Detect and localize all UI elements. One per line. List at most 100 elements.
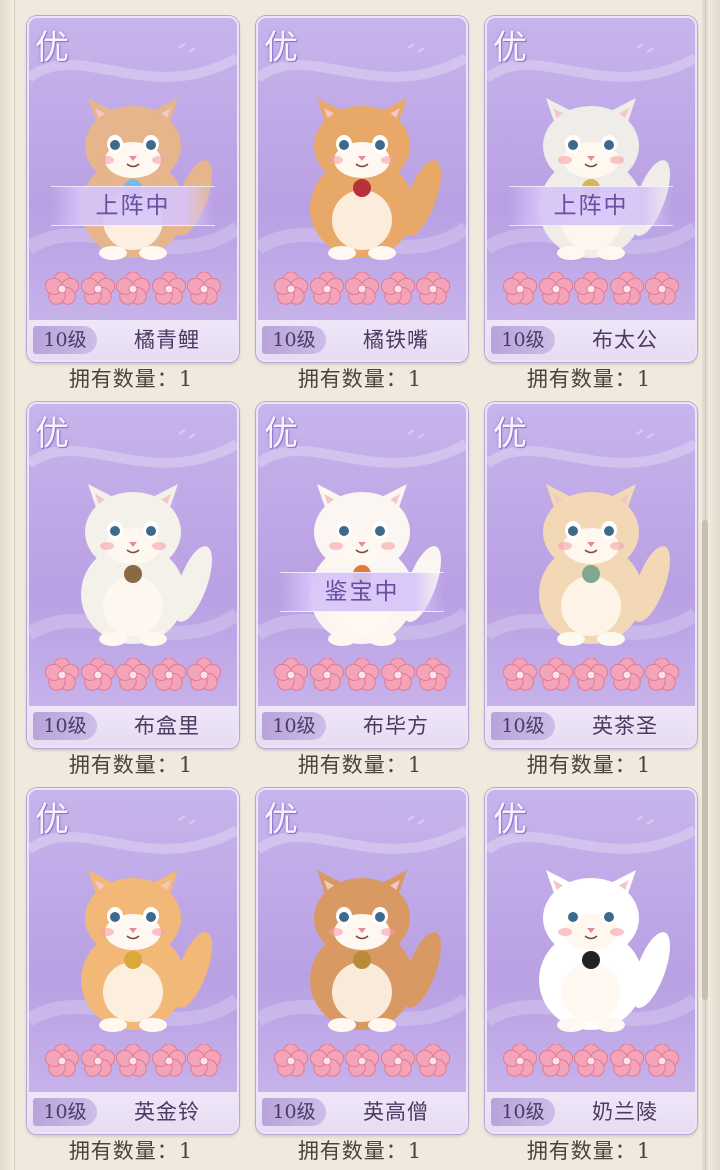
cat-card[interactable]: 优 xyxy=(485,788,697,1134)
level-tag: 10级 xyxy=(33,712,97,740)
card-info-bar: 10级 英金铃 xyxy=(29,1092,237,1132)
cat-card[interactable]: 优 xyxy=(256,402,468,748)
owned-count-value: 1 xyxy=(636,367,652,391)
cat-card[interactable]: 优 xyxy=(256,16,468,362)
sakura-star-icon xyxy=(645,1044,679,1077)
cat-card-slot-2[interactable]: 优 10级 橘铁嘴 拥有数量：1 xyxy=(254,16,468,398)
star-rating xyxy=(503,1044,679,1078)
star-rating xyxy=(45,272,221,306)
sakura-star-icon xyxy=(609,272,644,305)
sakura-star-icon xyxy=(274,272,308,305)
owned-count-label: 拥有数量： xyxy=(526,753,637,777)
cat-golden-bell-icon xyxy=(81,870,212,1032)
cat-card[interactable]: 优 xyxy=(27,402,239,748)
sakura-star-icon xyxy=(416,1044,450,1077)
grade-badge: 优 xyxy=(493,28,527,68)
owned-count-value: 1 xyxy=(407,1139,423,1163)
status-badge: 鉴宝中 xyxy=(280,572,444,612)
level-tag: 10级 xyxy=(262,1098,326,1126)
cat-fisherman-hat-icon xyxy=(539,98,670,260)
cat-card-slot-4[interactable]: 优 10级 布盒里 拥有数量：1 xyxy=(25,402,239,784)
owned-count-label: 拥有数量： xyxy=(297,753,408,777)
sakura-star-icon xyxy=(274,658,308,691)
cat-card-slot-9[interactable]: 优 10级 奶兰陵 拥有数量：1 xyxy=(483,788,697,1170)
grade-badge: 优 xyxy=(264,414,298,454)
cat-name: 布盒里 xyxy=(134,714,200,738)
grade-badge: 优 xyxy=(35,28,69,68)
star-rating xyxy=(503,272,679,306)
cat-name: 英茶圣 xyxy=(592,714,658,738)
owned-count: 拥有数量：1 xyxy=(25,1136,237,1166)
sakura-star-icon xyxy=(309,1044,344,1077)
card-info-bar: 10级 奶兰陵 xyxy=(487,1092,695,1132)
star-rating xyxy=(274,272,450,306)
scrollbar-thumb[interactable] xyxy=(702,520,708,1000)
owned-count: 拥有数量：1 xyxy=(25,750,237,780)
card-info-bar: 10级 布盒里 xyxy=(29,706,237,746)
cat-card[interactable]: 优 xyxy=(256,788,468,1134)
sakura-star-icon xyxy=(416,272,450,305)
owned-count-label: 拥有数量： xyxy=(526,367,637,391)
cat-name: 英金铃 xyxy=(134,1100,200,1124)
sakura-star-icon xyxy=(345,658,379,691)
owned-count-value: 1 xyxy=(407,753,423,777)
sakura-star-icon xyxy=(538,1044,573,1077)
sakura-star-icon xyxy=(45,658,79,691)
sakura-star-icon xyxy=(645,658,679,691)
cat-monk-staff-icon xyxy=(310,870,441,1032)
grade-badge: 优 xyxy=(493,800,527,840)
sakura-star-icon xyxy=(645,272,679,305)
level-tag: 10级 xyxy=(491,326,555,354)
owned-count-value: 1 xyxy=(178,1139,194,1163)
sakura-star-icon xyxy=(609,658,644,691)
cat-card-slot-5[interactable]: 优 鉴宝中 10级 布毕方 拥有数量：1 xyxy=(254,402,468,784)
cat-name: 英高僧 xyxy=(363,1100,429,1124)
cat-card[interactable]: 优 xyxy=(485,16,697,362)
owned-count: 拥有数量：1 xyxy=(483,364,695,394)
card-info-bar: 10级 橘青鲤 xyxy=(29,320,237,360)
sakura-star-icon xyxy=(538,658,573,691)
sakura-star-icon xyxy=(574,272,608,305)
sakura-star-icon xyxy=(309,658,344,691)
sakura-star-icon xyxy=(538,272,573,305)
sakura-star-icon xyxy=(116,272,150,305)
cat-card[interactable]: 优 xyxy=(485,402,697,748)
sakura-star-icon xyxy=(574,658,608,691)
owned-count-value: 1 xyxy=(178,753,194,777)
grade-badge: 优 xyxy=(35,414,69,454)
cat-card-slot-8[interactable]: 优 10级 英高僧 拥有数量：1 xyxy=(254,788,468,1170)
star-rating xyxy=(45,658,221,692)
sakura-star-icon xyxy=(380,1044,415,1077)
cat-card-slot-1[interactable]: 优 上阵中 10级 橘青鲤 拥有数量：1 xyxy=(25,16,239,398)
level-tag: 10级 xyxy=(262,712,326,740)
cat-card[interactable]: 优 xyxy=(27,788,239,1134)
owned-count-label: 拥有数量： xyxy=(297,1139,408,1163)
grade-badge: 优 xyxy=(35,800,69,840)
cat-card-slot-7[interactable]: 优 10级 英金铃 拥有数量：1 xyxy=(25,788,239,1170)
sakura-star-icon xyxy=(187,1044,221,1077)
cat-card-slot-6[interactable]: 优 10级 英茶圣 拥有数量：1 xyxy=(483,402,697,784)
owned-count: 拥有数量：1 xyxy=(254,750,466,780)
star-rating xyxy=(274,1044,450,1078)
owned-count-value: 1 xyxy=(178,367,194,391)
cat-name: 布太公 xyxy=(592,328,658,352)
cat-name: 奶兰陵 xyxy=(592,1100,658,1124)
sakura-star-icon xyxy=(380,658,415,691)
sakura-star-icon xyxy=(45,272,79,305)
cat-collection-grid: 优 上阵中 10级 橘青鲤 拥有数量：1 优 10级 橘铁嘴 拥有数量：1 优 … xyxy=(25,16,697,1170)
left-frame xyxy=(0,0,15,1170)
sakura-star-icon xyxy=(45,1044,79,1077)
sakura-star-icon xyxy=(345,1044,379,1077)
level-tag: 10级 xyxy=(33,1098,97,1126)
owned-count: 拥有数量：1 xyxy=(254,1136,466,1166)
sakura-star-icon xyxy=(116,1044,150,1077)
sakura-star-icon xyxy=(187,272,221,305)
sakura-star-icon xyxy=(503,272,537,305)
sakura-star-icon xyxy=(416,658,450,691)
cat-card[interactable]: 优 xyxy=(27,16,239,362)
status-badge: 上阵中 xyxy=(51,186,215,226)
cat-name: 橘铁嘴 xyxy=(363,328,429,352)
cat-card-slot-3[interactable]: 优 上阵中 10级 布太公 拥有数量：1 xyxy=(483,16,697,398)
owned-count-label: 拥有数量： xyxy=(68,367,179,391)
grade-badge: 优 xyxy=(264,800,298,840)
